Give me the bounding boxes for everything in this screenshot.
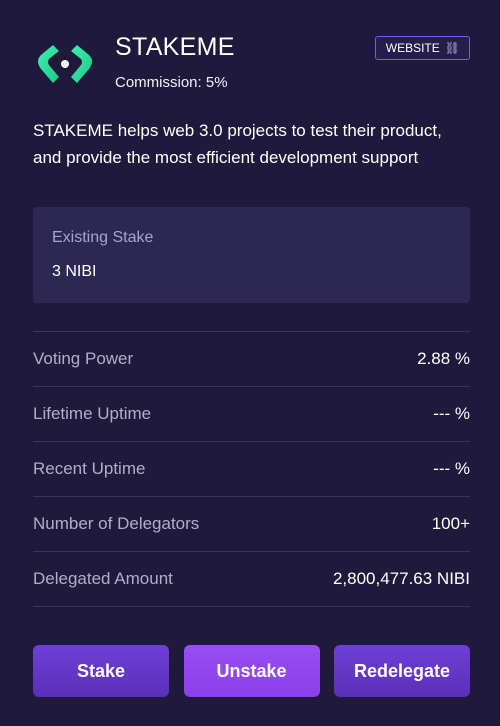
stat-value: 2.88 % — [417, 349, 470, 368]
stat-row-lifetime-uptime: Lifetime Uptime --- % — [33, 387, 470, 442]
action-buttons: Stake Unstake Redelegate — [33, 645, 470, 697]
existing-stake-label: Existing Stake — [52, 229, 154, 246]
website-label: WEBSITE — [385, 41, 440, 55]
stat-label: Recent Uptime — [33, 459, 146, 478]
validator-card: STAKEME Commission: 5% WEBSITE ⛓ STAKEME… — [0, 0, 500, 726]
website-button[interactable]: WEBSITE ⛓ — [374, 36, 470, 60]
existing-stake-value: 3 NIBI — [52, 263, 97, 280]
stat-value: 100+ — [431, 514, 470, 533]
stat-row-voting-power: Voting Power 2.88 % — [33, 332, 470, 387]
stat-row-delegated-amount: Delegated Amount 2,800,477.63 NIBI — [33, 552, 470, 607]
validator-description: STAKEME helps web 3.0 projects to test t… — [33, 121, 442, 167]
stat-row-recent-uptime: Recent Uptime --- % — [33, 442, 470, 497]
stat-label: Lifetime Uptime — [33, 404, 152, 423]
stat-value: 2,800,477.63 NIBI — [332, 569, 470, 588]
stat-row-number-of-delegators: Number of Delegators 100+ — [33, 497, 470, 552]
stat-label: Delegated Amount — [33, 569, 173, 588]
stat-label: Number of Delegators — [33, 514, 200, 533]
redelegate-button[interactable]: Redelegate — [334, 645, 470, 697]
validator-name: STAKEME — [115, 33, 235, 61]
link-icon: ⛓ — [444, 41, 460, 55]
stat-value: --- % — [433, 404, 470, 423]
stakeme-logo — [38, 45, 92, 83]
validator-commission: Commission: 5% — [115, 74, 228, 91]
stat-value: --- % — [433, 459, 470, 478]
stat-label: Voting Power — [33, 349, 134, 368]
unstake-button[interactable]: Unstake — [183, 645, 320, 697]
existing-stake-panel: Existing Stake 3 NIBI — [33, 207, 470, 303]
validator-stats: Voting Power 2.88 % Lifetime Uptime --- … — [33, 331, 470, 607]
stake-button[interactable]: Stake — [33, 645, 169, 697]
validator-header: STAKEME Commission: 5% WEBSITE ⛓ — [33, 33, 470, 95]
